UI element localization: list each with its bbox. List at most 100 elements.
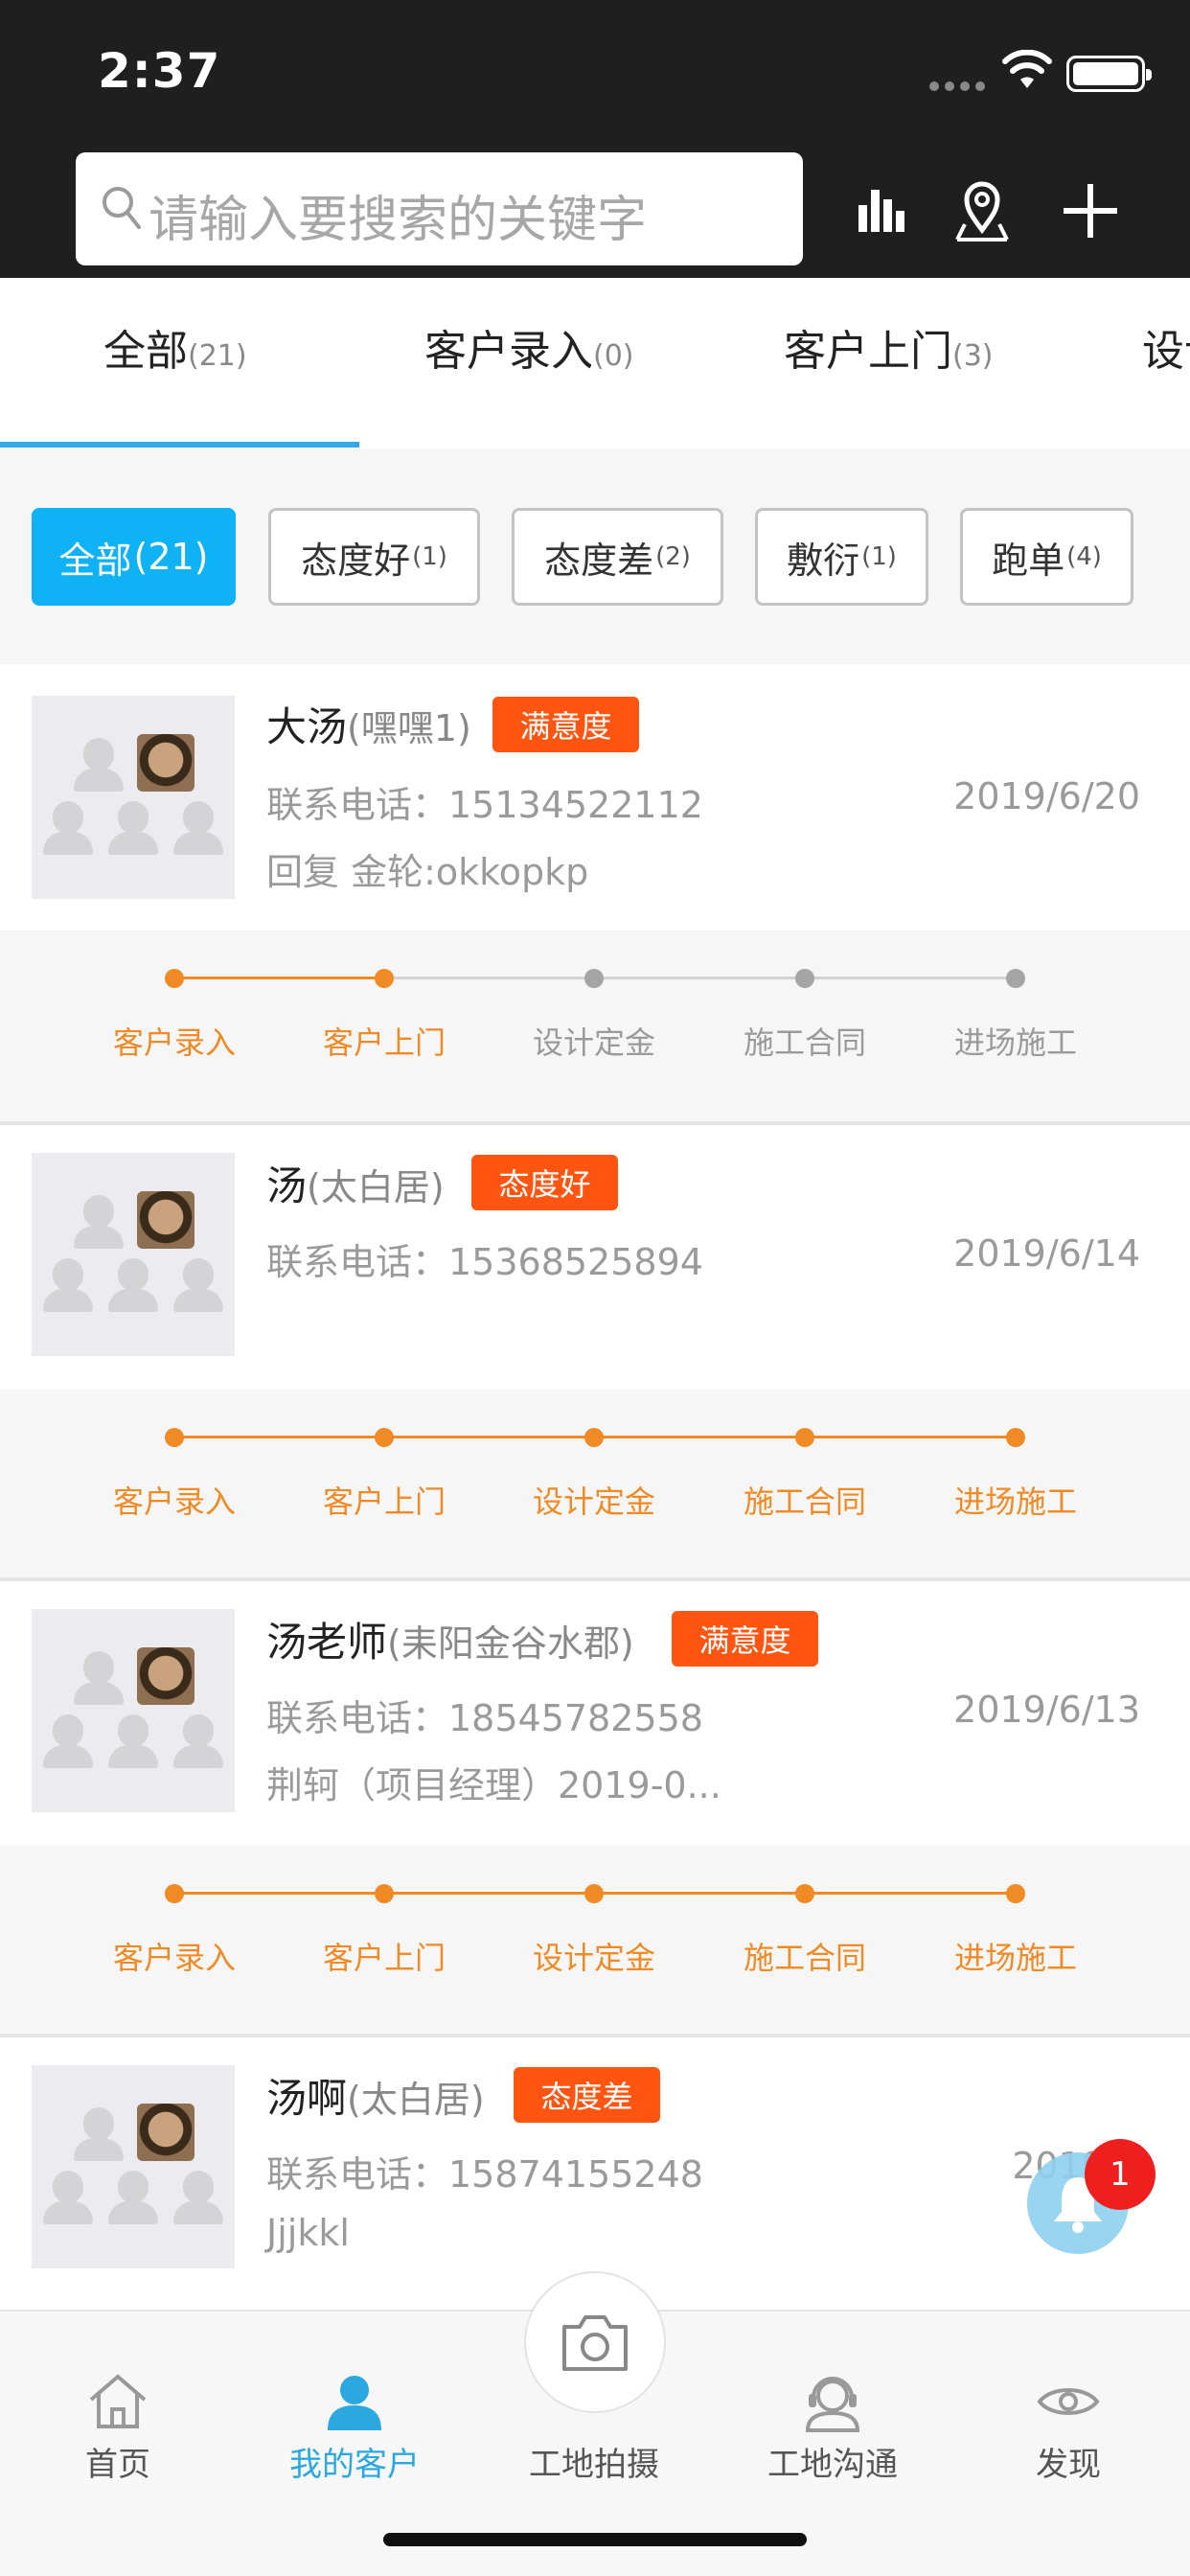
progress-line xyxy=(805,1436,1016,1438)
customer-phone: 联系电话：18545782558 xyxy=(266,1697,703,1739)
progress-stage-label: 进场施工 xyxy=(953,1940,1077,1976)
status-badge: 态度好 xyxy=(471,1155,618,1210)
progress-stage-label: 客户录入 xyxy=(112,1024,236,1061)
customer-phone: 联系电话：15134522112 xyxy=(266,784,703,826)
progress-dot xyxy=(165,969,184,988)
customer-card[interactable]: 汤啊(太白居) 态度差 联系电话：15874155248 2019/6 Jjjk… xyxy=(0,2037,1190,2310)
progress-line xyxy=(594,1892,805,1895)
camera-button[interactable] xyxy=(524,2271,666,2413)
avatar xyxy=(32,696,235,899)
progress-line xyxy=(805,1892,1016,1895)
filter-all[interactable]: 全部 (21) xyxy=(32,508,236,606)
progress-dot xyxy=(375,969,394,988)
avatar xyxy=(32,1609,235,1812)
customer-phone: 联系电话：15368525894 xyxy=(266,1241,703,1283)
home-indicator xyxy=(383,2533,807,2546)
tab-indicator xyxy=(0,442,359,448)
progress-line xyxy=(174,1436,384,1438)
avatar xyxy=(32,2065,235,2268)
progress-line xyxy=(384,977,594,979)
progress-stage-label: 客户上门 xyxy=(322,1024,446,1061)
status-badge: 满意度 xyxy=(492,697,639,752)
tab-all[interactable]: 全部(21) xyxy=(103,316,247,378)
filter-bad-attitude[interactable]: 态度差 (2) xyxy=(512,508,723,606)
eye-icon xyxy=(1037,2388,1100,2415)
progress-dot xyxy=(375,1884,394,1903)
progress-dot xyxy=(584,1428,604,1447)
customer-card[interactable]: 汤老师(耒阳金谷水郡) 满意度 联系电话：18545782558 2019/6/… xyxy=(0,1581,1190,1846)
progress-stage-label: 客户上门 xyxy=(322,1940,446,1976)
progress-line xyxy=(384,1436,594,1438)
progress-line xyxy=(174,977,384,979)
progress-line xyxy=(594,977,805,979)
progress-dot xyxy=(795,1428,814,1447)
progress-tracker: 客户录入 客户上门 设计定金 施工合同 进场施工 xyxy=(0,1390,1190,1549)
progress-tracker: 客户录入 客户上门 设计定金 施工合同 进场施工 xyxy=(0,931,1190,1090)
progress-stage-label: 施工合同 xyxy=(743,1484,866,1520)
customer-date: 2019/6/20 xyxy=(953,775,1140,817)
progress-stage-label: 客户录入 xyxy=(112,1940,236,1976)
plus-icon[interactable] xyxy=(1052,172,1129,249)
battery-icon xyxy=(1066,56,1152,92)
filter-lost-order[interactable]: 跑单 (4) xyxy=(960,508,1133,606)
customer-card[interactable]: 汤(太白居) 态度好 联系电话：15368525894 2019/6/14 xyxy=(0,1125,1190,1390)
status-time: 2:37 xyxy=(98,43,221,99)
progress-stage-label: 设计定金 xyxy=(532,1024,655,1061)
filter-good-attitude[interactable]: 态度好 (1) xyxy=(268,508,480,606)
home-icon xyxy=(89,2374,147,2428)
customer-card[interactable]: 大汤(嘿嘿1) 满意度 联系电话：15134522112 2019/6/20 回… xyxy=(0,664,1190,931)
progress-stage-label: 施工合同 xyxy=(743,1024,866,1061)
tab-customer-visit[interactable]: 客户上门(3) xyxy=(784,316,994,378)
customer-phone: 联系电话：15874155248 xyxy=(266,2153,703,2196)
headset-icon xyxy=(805,2377,860,2432)
progress-dot xyxy=(795,969,814,988)
progress-dot xyxy=(165,1428,184,1447)
progress-dot xyxy=(584,1884,604,1903)
map-pin-icon[interactable] xyxy=(944,172,1020,249)
filter-perfunctory[interactable]: 敷衍 (1) xyxy=(755,508,928,606)
customer-name: 大汤(嘿嘿1) xyxy=(266,703,471,750)
customer-name: 汤(太白居) xyxy=(266,1162,445,1209)
progress-stage-label: 进场施工 xyxy=(953,1024,1077,1061)
customer-date: 2019/6/13 xyxy=(953,1689,1140,1731)
progress-line xyxy=(384,1892,594,1895)
search-placeholder: 请输入要搜索的关键字 xyxy=(149,192,648,249)
notification-count-badge: 1 xyxy=(1085,2139,1156,2210)
progress-dot xyxy=(584,969,604,988)
user-icon xyxy=(328,2376,381,2430)
customer-note: Jjjkkl xyxy=(266,2212,350,2254)
progress-stage-label: 设计定金 xyxy=(532,1940,655,1976)
camera-icon xyxy=(562,2315,628,2371)
bar-chart-icon[interactable] xyxy=(845,172,922,249)
progress-line xyxy=(805,977,1016,979)
tab-bar: 全部(21) 客户录入(0) 客户上门(3) 设计 xyxy=(0,278,1190,448)
signal-icon xyxy=(929,77,991,95)
progress-stage-label: 施工合同 xyxy=(743,1940,866,1976)
progress-dot xyxy=(795,1884,814,1903)
progress-stage-label: 客户录入 xyxy=(112,1484,236,1520)
progress-dot xyxy=(1006,1884,1025,1903)
progress-dot xyxy=(1006,1428,1025,1447)
progress-stage-label: 客户上门 xyxy=(322,1484,446,1520)
status-badge: 满意度 xyxy=(672,1611,818,1667)
search-input[interactable]: 请输入要搜索的关键字 xyxy=(76,152,803,265)
progress-dot xyxy=(375,1428,394,1447)
progress-line xyxy=(174,1892,384,1895)
search-icon xyxy=(103,187,141,229)
progress-line xyxy=(594,1436,805,1438)
progress-stage-label: 进场施工 xyxy=(953,1484,1077,1520)
progress-stage-label: 设计定金 xyxy=(532,1484,655,1520)
customer-name: 汤啊(太白居) xyxy=(266,2075,485,2122)
customer-name: 汤老师(耒阳金谷水郡) xyxy=(266,1619,634,1666)
customer-note: 荆轲（项目经理）2019-0... xyxy=(266,1764,721,1806)
customer-note: 回复 金轮:okkopkp xyxy=(266,851,589,893)
status-badge: 态度差 xyxy=(514,2067,660,2123)
progress-dot xyxy=(165,1884,184,1903)
avatar xyxy=(32,1153,235,1356)
customer-date: 2019/6/14 xyxy=(953,1232,1140,1275)
progress-tracker: 客户录入 客户上门 设计定金 施工合同 进场施工 xyxy=(0,1846,1190,2005)
progress-dot xyxy=(1006,969,1025,988)
tab-design[interactable]: 设计 xyxy=(1142,316,1190,378)
tab-customer-entry[interactable]: 客户录入(0) xyxy=(424,316,634,378)
wifi-icon xyxy=(1002,50,1052,88)
